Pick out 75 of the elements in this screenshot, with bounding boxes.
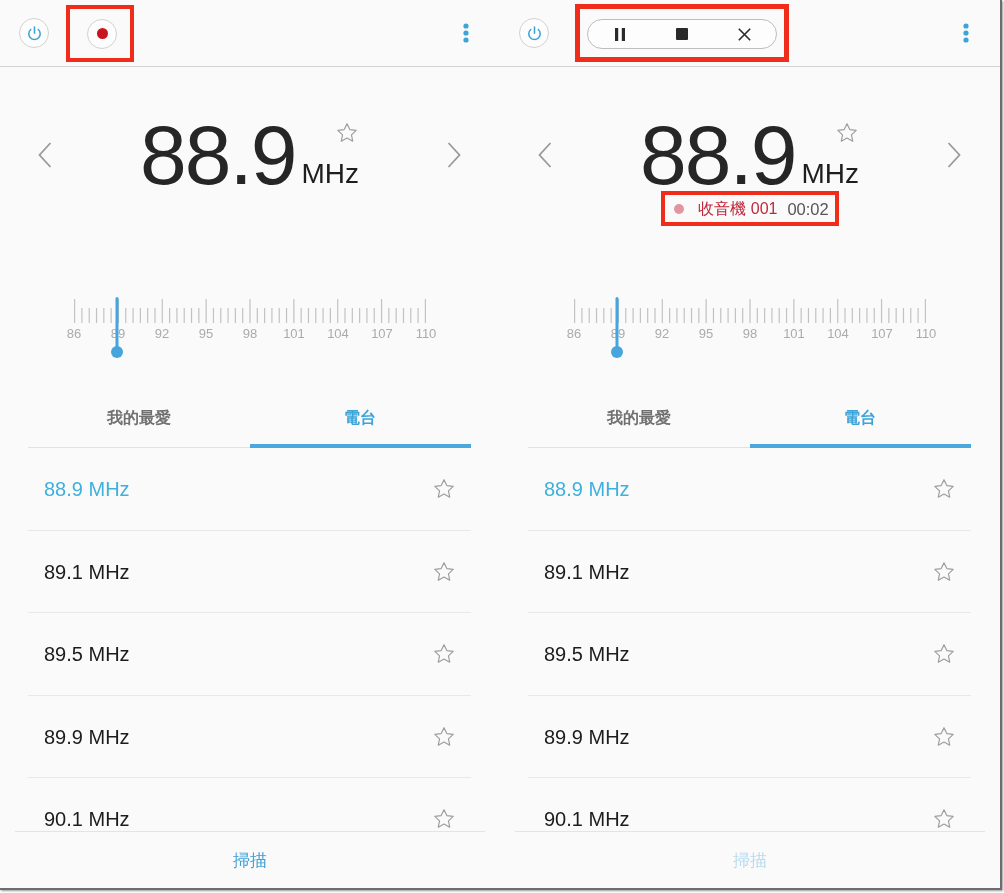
scale-label: 104 (327, 325, 349, 343)
station-frequency: 88.9 MHz (44, 478, 130, 500)
star-icon[interactable] (434, 561, 454, 581)
pause-icon (615, 27, 625, 41)
scale-label: 101 (783, 325, 805, 343)
star-icon[interactable] (434, 809, 454, 828)
scale-label: 95 (198, 325, 214, 343)
station-frequency: 90.1 MHz (544, 808, 630, 830)
scale-label: 92 (154, 325, 170, 343)
scale-label: 110 (415, 325, 437, 343)
scale-label: 98 (242, 325, 258, 343)
station-row[interactable]: 88.9 MHz (28, 448, 471, 531)
star-icon[interactable] (934, 809, 954, 828)
star-icon[interactable] (434, 726, 454, 746)
station-frequency: 89.1 MHz (544, 560, 630, 583)
star-icon[interactable] (337, 123, 357, 142)
record-icon (96, 28, 108, 39)
station-frequency: 90.1 MHz (44, 808, 130, 830)
station-frequency: 89.9 MHz (44, 725, 130, 748)
scale-label: 92 (654, 325, 670, 343)
scale-label: 86 (66, 325, 82, 343)
more-options-icon[interactable] (463, 23, 469, 43)
station-row[interactable]: 89.1 MHz (28, 530, 471, 613)
power-button[interactable] (19, 18, 49, 48)
scale-label: 107 (871, 325, 893, 343)
scale-label: 104 (827, 325, 849, 343)
frequency-unit: MHz (801, 160, 859, 188)
tab[interactable]: 電台 (749, 380, 971, 448)
station-row[interactable]: 90.1 MHz (28, 778, 471, 831)
scale-label: 98 (742, 325, 758, 343)
station-frequency: 89.5 MHz (544, 643, 630, 665)
station-frequency: 88.9 MHz (544, 478, 630, 500)
power-button[interactable] (519, 18, 549, 48)
more-options-icon[interactable] (963, 23, 969, 43)
station-frequency: 89.9 MHz (544, 725, 630, 748)
stop-icon (676, 28, 688, 40)
station-frequency: 89.5 MHz (44, 643, 130, 665)
recording-time: 00:02 (787, 198, 829, 219)
star-icon[interactable] (934, 561, 954, 581)
tab[interactable]: 電台 (249, 380, 471, 448)
star-icon[interactable] (434, 479, 454, 498)
tab[interactable]: 我的最愛 (28, 380, 250, 448)
recording-name: 收音機 001 (698, 198, 778, 219)
chevron-right-icon[interactable] (447, 142, 461, 168)
chevron-left-icon[interactable] (538, 142, 552, 168)
chevron-right-icon[interactable] (947, 142, 961, 168)
star-icon[interactable] (934, 644, 954, 663)
frequency-unit: MHz (301, 160, 359, 188)
star-icon[interactable] (837, 123, 857, 142)
frequency-value: 88.9 (639, 119, 796, 191)
station-row[interactable]: 88.9 MHz (528, 448, 971, 531)
scale-label: 107 (371, 325, 393, 343)
chevron-left-icon[interactable] (38, 142, 52, 168)
frequency-value: 88.9 (139, 119, 296, 191)
station-row[interactable]: 90.1 MHz (528, 778, 971, 831)
scale-label: 95 (698, 325, 714, 343)
power-icon (26, 25, 42, 41)
star-icon[interactable] (934, 479, 954, 498)
station-row[interactable]: 89.9 MHz (28, 695, 471, 778)
recording-dot-icon (674, 203, 685, 214)
power-icon (526, 25, 542, 41)
close-icon (737, 27, 751, 41)
station-row[interactable]: 89.5 MHz (28, 613, 471, 696)
scale-label: 101 (283, 325, 305, 343)
star-icon[interactable] (934, 726, 954, 746)
record-button[interactable] (87, 18, 117, 49)
station-row[interactable]: 89.9 MHz (528, 695, 971, 778)
scale-label: 86 (566, 325, 582, 343)
station-frequency: 89.1 MHz (44, 560, 130, 583)
station-row[interactable]: 89.5 MHz (528, 613, 971, 696)
tab[interactable]: 我的最愛 (528, 380, 750, 448)
scale-label: 110 (915, 325, 937, 343)
scan-button[interactable]: 掃描 (221, 844, 279, 876)
station-row[interactable]: 89.1 MHz (528, 530, 971, 613)
star-icon[interactable] (434, 644, 454, 663)
